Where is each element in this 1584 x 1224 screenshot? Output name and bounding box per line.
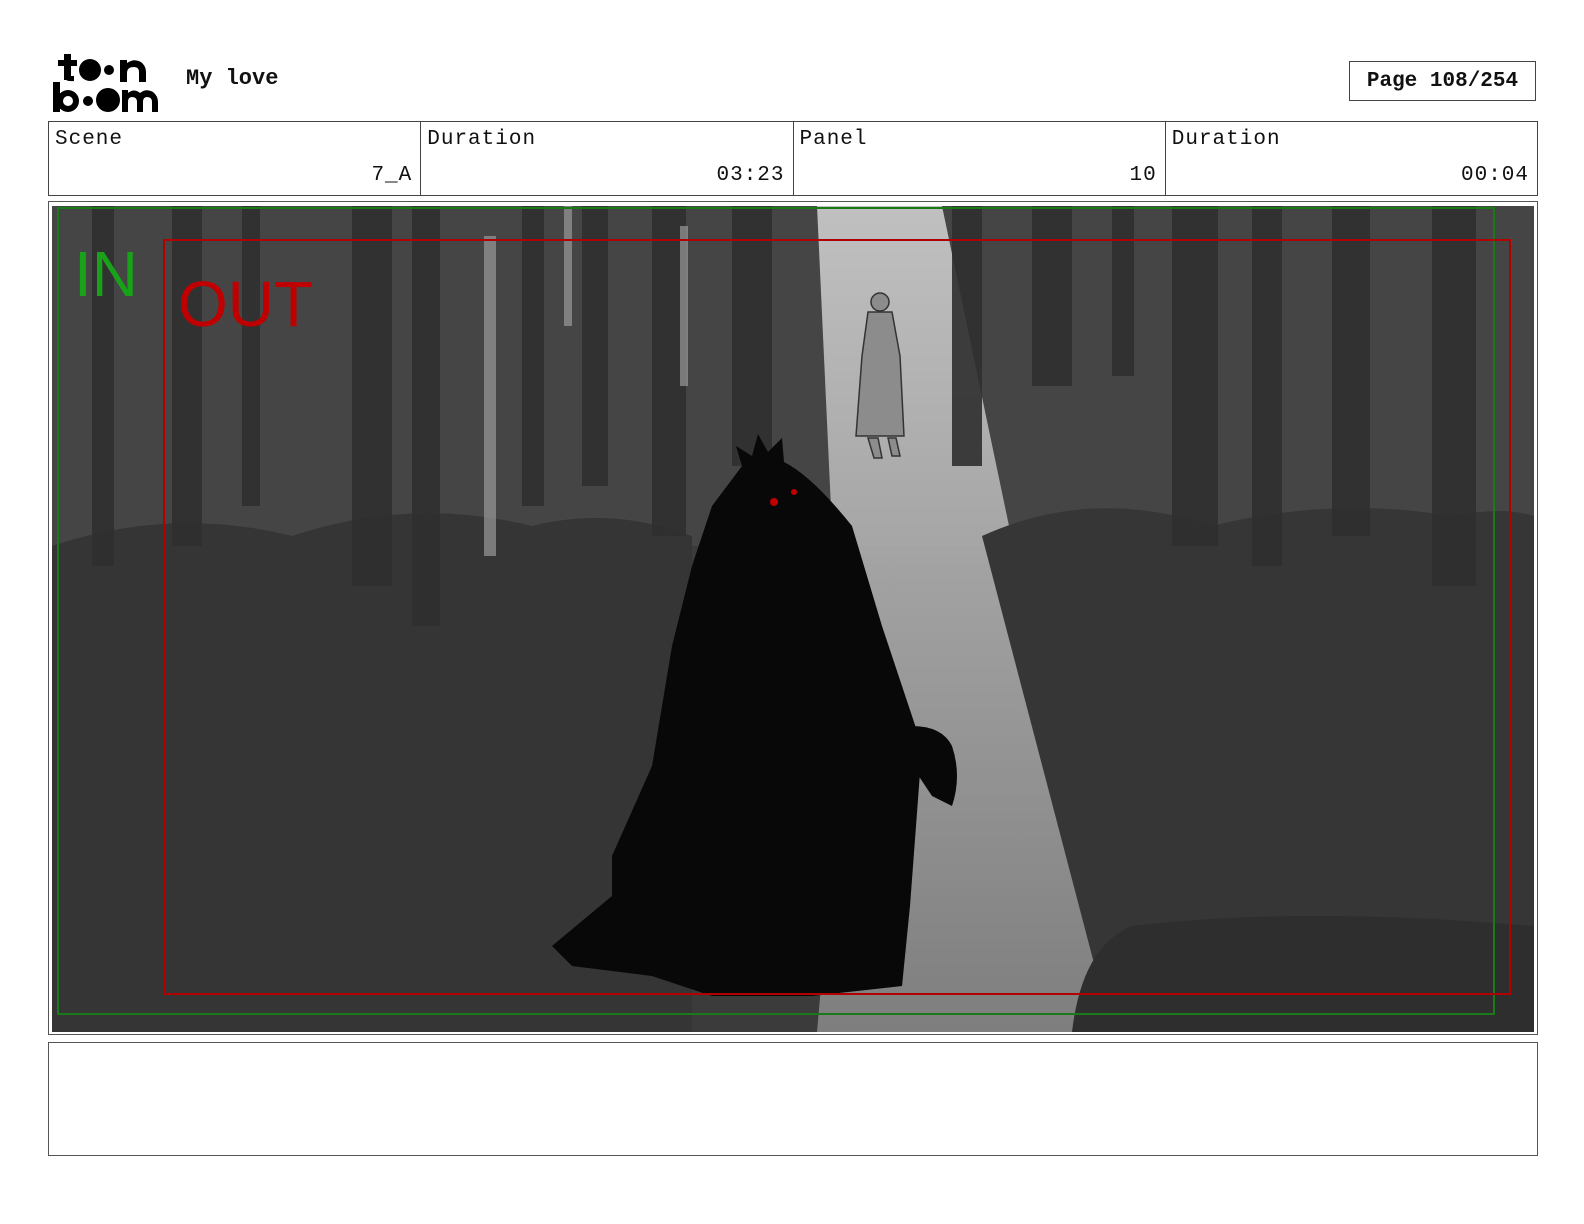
- panel-duration-label: Duration: [1171, 128, 1281, 151]
- scene-duration-value: 03:23: [716, 164, 785, 187]
- in-marker: IN: [74, 238, 138, 310]
- scene-info-table: Scene 7_A Duration 03:23 Panel 10 Durati…: [48, 121, 1538, 196]
- panel-duration-value: 00:04: [1460, 164, 1529, 187]
- scene-duration-cell: Duration 03:23: [421, 122, 794, 195]
- storyboard-panel-image: IN OUT: [52, 206, 1534, 1032]
- scene-duration-label: Duration: [427, 128, 537, 151]
- panel-value: 10: [1129, 164, 1157, 187]
- scene-label: Scene: [55, 128, 124, 151]
- panel-notes-box[interactable]: [48, 1042, 1538, 1156]
- panel-duration-cell: Duration 00:04: [1166, 122, 1537, 195]
- project-title: My love: [186, 66, 279, 91]
- panel-label: Panel: [799, 128, 868, 151]
- page-indicator: Page 108/254: [1349, 61, 1536, 101]
- scene-value: 7_A: [371, 164, 413, 187]
- toon-boom-logo: [50, 48, 170, 114]
- panel-cell: Panel 10: [794, 122, 1166, 195]
- scene-cell: Scene 7_A: [49, 122, 422, 195]
- out-marker: OUT: [178, 268, 313, 340]
